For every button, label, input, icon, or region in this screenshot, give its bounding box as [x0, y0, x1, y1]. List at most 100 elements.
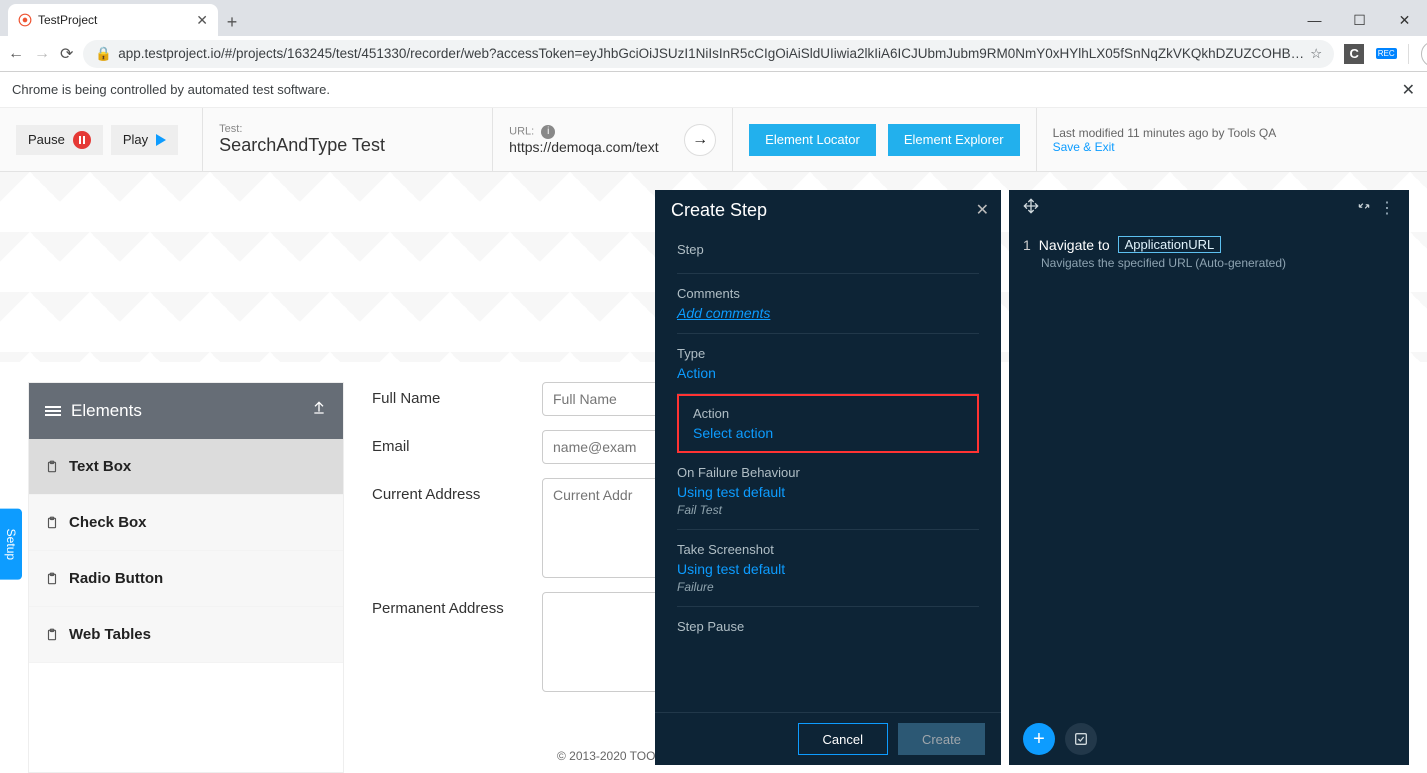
infobar-text: Chrome is being controlled by automated …: [12, 82, 330, 97]
create-button[interactable]: Create: [898, 723, 985, 755]
upload-icon[interactable]: [311, 399, 327, 420]
create-step-footer: Cancel Create: [655, 712, 1001, 765]
type-label: Type: [677, 346, 979, 361]
clipboard-icon: [45, 572, 59, 586]
hamburger-icon: [45, 404, 61, 418]
test-name-segment: Test: SearchAndType Test: [203, 108, 493, 171]
address-omnibox[interactable]: 🔒 app.testproject.io/#/projects/163245/t…: [83, 40, 1334, 68]
permanent-address-label: Permanent Address: [372, 592, 542, 617]
new-tab-button[interactable]: +: [218, 8, 246, 36]
screenshot-label: Take Screenshot: [677, 542, 979, 557]
element-locator-button[interactable]: Element Locator: [749, 124, 876, 156]
tab-close-icon[interactable]: ✕: [196, 12, 208, 29]
navigate-button[interactable]: →: [684, 124, 716, 156]
demo-area: TO Setup Elements Text Box Check Box Rad: [0, 172, 1427, 773]
step-item-1[interactable]: 1 Navigate to ApplicationURL Navigates t…: [1009, 226, 1409, 280]
step-text: Navigate to: [1039, 237, 1110, 253]
type-value[interactable]: Action: [677, 365, 979, 381]
pause-label: Pause: [28, 132, 65, 147]
play-label: Play: [123, 132, 148, 147]
email-label: Email: [372, 430, 542, 455]
recorder-toolbar: Pause Play Test: SearchAndType Test URL:…: [0, 108, 1427, 172]
create-step-panel: ✕ Create Step Step Comments Add comments…: [655, 190, 1001, 765]
lock-icon: 🔒: [95, 46, 112, 62]
screenshot-value[interactable]: Using test default: [677, 561, 979, 577]
address-url-text: app.testproject.io/#/projects/163245/tes…: [118, 46, 1304, 61]
info-icon[interactable]: i: [541, 125, 555, 139]
pause-icon: [73, 131, 91, 149]
panel-menu-icon[interactable]: ⋮: [1379, 198, 1395, 218]
create-step-title: Create Step: [655, 190, 1001, 230]
window-minimize[interactable]: —: [1292, 4, 1337, 36]
sidebar-title: Elements: [71, 401, 142, 421]
locator-buttons: Element Locator Element Explorer: [733, 108, 1036, 171]
extension-c-icon[interactable]: C: [1344, 44, 1364, 64]
sidebar-item-text-box[interactable]: Text Box: [29, 439, 343, 495]
sidebar-item-check-box[interactable]: Check Box: [29, 495, 343, 551]
browser-tabbar: TestProject ✕ + — ☐ ✕: [0, 0, 1427, 36]
clipboard-icon: [45, 628, 59, 642]
recorder-controls: Pause Play: [0, 108, 203, 171]
sidebar-item-label: Text Box: [69, 458, 131, 475]
browser-tab[interactable]: TestProject ✕: [8, 4, 218, 36]
nav-back-button[interactable]: ←: [8, 43, 24, 65]
extension-icons: C REC ⋮: [1344, 41, 1427, 67]
test-label: Test:: [219, 123, 242, 135]
meta-segment: Last modified 11 minutes ago by Tools QA…: [1037, 108, 1293, 171]
sidebar-item-web-tables[interactable]: Web Tables: [29, 607, 343, 663]
failure-sub: Fail Test: [677, 503, 979, 517]
current-address-label: Current Address: [372, 478, 542, 503]
step-number: 1: [1023, 237, 1031, 253]
separator: [1408, 44, 1409, 64]
play-icon: [156, 134, 166, 146]
window-controls: — ☐ ✕: [1292, 4, 1427, 36]
play-button[interactable]: Play: [111, 125, 178, 155]
comments-label: Comments: [677, 286, 979, 301]
tab-title: TestProject: [38, 13, 190, 27]
clipboard-icon: [45, 460, 59, 474]
pause-button[interactable]: Pause: [16, 125, 103, 155]
select-action-link[interactable]: Select action: [693, 425, 963, 441]
sidebar-item-radio-button[interactable]: Radio Button: [29, 551, 343, 607]
steps-panel: ⋮ 1 Navigate to ApplicationURL Navigates…: [1009, 190, 1409, 765]
full-name-label: Full Name: [372, 382, 542, 407]
action-section-highlighted: Action Select action: [677, 394, 979, 453]
elements-sidebar: Elements Text Box Check Box Radio Button…: [28, 382, 344, 773]
step-desc: Navigates the specified URL (Auto-genera…: [1041, 256, 1395, 270]
sidebar-item-label: Web Tables: [69, 626, 151, 643]
window-maximize[interactable]: ☐: [1337, 4, 1382, 36]
sidebar-item-label: Radio Button: [69, 570, 163, 587]
validate-button[interactable]: [1065, 723, 1097, 755]
step-pause-label: Step Pause: [677, 619, 979, 634]
add-step-button[interactable]: +: [1023, 723, 1055, 755]
panel-close-icon[interactable]: ✕: [976, 200, 989, 220]
url-value: https://demoqa.com/text: [509, 139, 658, 155]
create-step-body[interactable]: Step Comments Add comments Type Action A…: [655, 230, 1001, 712]
save-exit-link[interactable]: Save & Exit: [1053, 140, 1115, 154]
nav-reload-button[interactable]: ⟳: [60, 43, 73, 65]
collapse-icon[interactable]: [1357, 199, 1371, 218]
add-comments-link[interactable]: Add comments: [677, 305, 979, 321]
failure-label: On Failure Behaviour: [677, 465, 979, 480]
move-icon[interactable]: [1023, 198, 1039, 219]
clipboard-icon: [45, 516, 59, 530]
url-label: URL: i: [509, 125, 658, 139]
step-label: Step: [677, 242, 979, 257]
cancel-button[interactable]: Cancel: [798, 723, 888, 755]
failure-value[interactable]: Using test default: [677, 484, 979, 500]
sidebar-header[interactable]: Elements: [29, 383, 343, 439]
steps-panel-footer: +: [1009, 713, 1409, 765]
element-explorer-button[interactable]: Element Explorer: [888, 124, 1020, 156]
profile-avatar[interactable]: [1421, 41, 1427, 67]
extension-rec-icon[interactable]: REC: [1376, 44, 1396, 64]
action-label: Action: [693, 406, 963, 421]
steps-panel-header: ⋮: [1009, 190, 1409, 226]
recorder-panels: ✕ Create Step Step Comments Add comments…: [655, 190, 1409, 765]
infobar-close-icon[interactable]: ✕: [1402, 80, 1415, 100]
nav-forward-button[interactable]: →: [34, 43, 50, 65]
testproject-favicon: [18, 13, 32, 27]
bookmark-star-icon[interactable]: ☆: [1310, 46, 1322, 62]
url-segment: URL: i https://demoqa.com/text →: [493, 108, 733, 171]
screenshot-sub: Failure: [677, 580, 979, 594]
window-close[interactable]: ✕: [1382, 4, 1427, 36]
